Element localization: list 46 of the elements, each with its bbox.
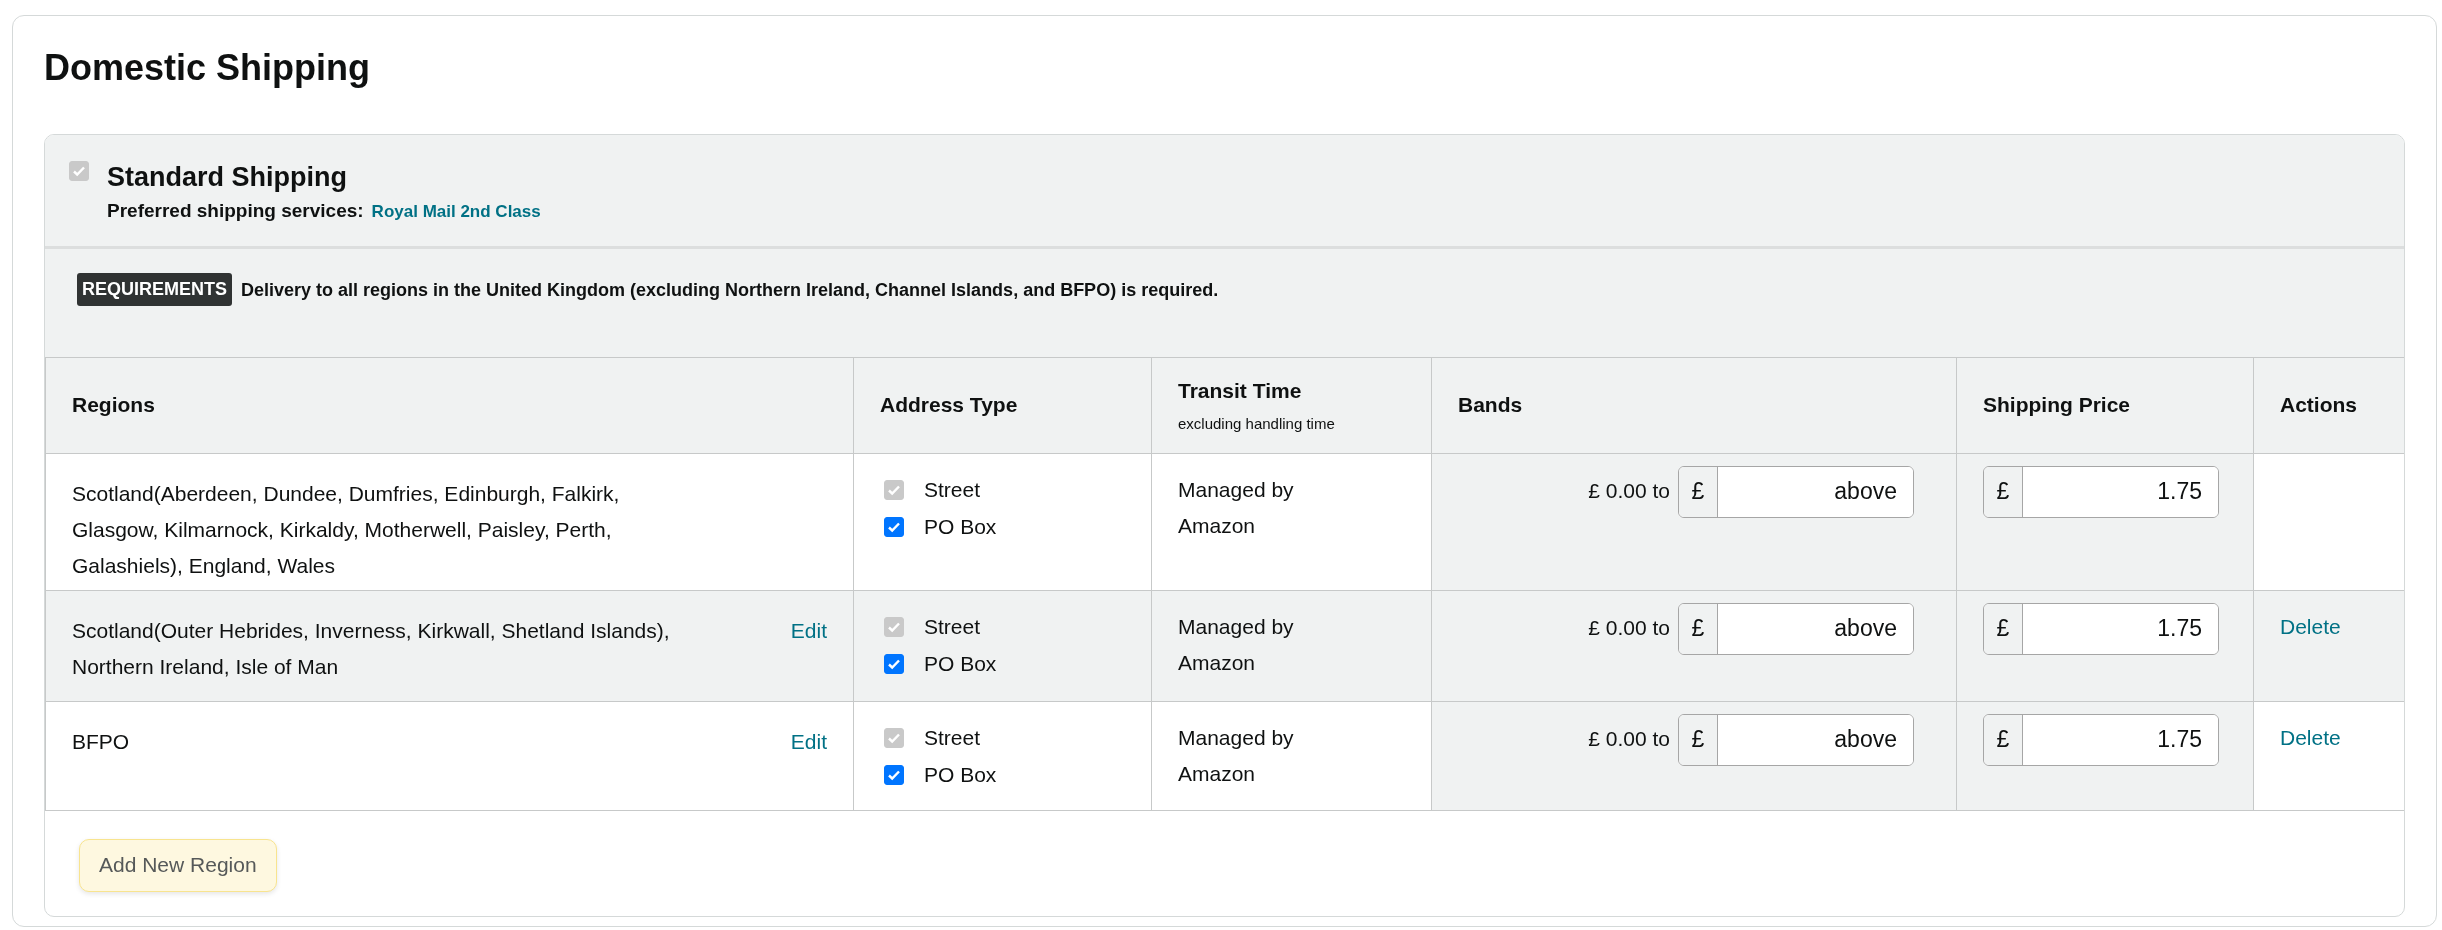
- band-field[interactable]: £ above: [1678, 602, 1914, 655]
- delete-link[interactable]: Delete: [2280, 614, 2341, 638]
- column-header: Transit Time excluding handling time: [1151, 357, 1432, 453]
- currency-prefix: £: [1984, 603, 2023, 654]
- column-header: Bands: [1431, 357, 1957, 453]
- column-header: Shipping Price: [1956, 357, 2254, 453]
- checkbox[interactable]: [884, 765, 904, 785]
- service-name: Standard Shipping: [107, 161, 348, 194]
- checkbox[interactable]: [884, 517, 904, 537]
- add-region-button[interactable]: Add New Region: [79, 838, 277, 892]
- address-type-label: PO Box: [924, 651, 997, 678]
- column-header: Address Type: [853, 357, 1152, 453]
- price-field[interactable]: £ 1.75: [1983, 602, 2219, 655]
- currency-prefix: £: [1679, 466, 1718, 517]
- address-type-label: Street: [924, 725, 981, 752]
- band-from-text: £ 0.00 to: [1588, 725, 1670, 752]
- column-header: Actions: [2253, 357, 2404, 453]
- currency-prefix: £: [1984, 714, 2023, 765]
- transit-text: Managed by Amazon: [1178, 613, 1295, 676]
- checkbox[interactable]: [884, 654, 904, 674]
- band-field[interactable]: £ above: [1678, 465, 1914, 518]
- band-from-text: £ 0.00 to: [1588, 477, 1670, 504]
- requirements-text: Delivery to all regions in the United Kingdom (excluding Northern Ireland, Channel Islands, and BFPO) is required.: [241, 278, 1219, 302]
- address-type-label: Street: [924, 614, 981, 641]
- requirements-badge: REQUIREMENTS: [77, 272, 232, 306]
- region-text: Scotland(Aberdeen, Dundee, Dumfries, Edinburgh, Falkirk, Glasgow, Kilmarnock, Kirkaldy, Motherwell, Paisley, Perth, Galashiels), England, Wales: [72, 480, 621, 579]
- page-title: Domestic Shipping: [44, 46, 372, 90]
- region-text: Scotland(Outer Hebrides, Inverness, Kirkwall, Shetland Islands), Northern Ireland, Isle of Man: [72, 617, 671, 680]
- column-header: Regions: [45, 357, 854, 453]
- price-field[interactable]: £ 1.75: [1983, 713, 2219, 766]
- band-field[interactable]: £ above: [1678, 713, 1914, 766]
- edit-link[interactable]: Edit: [790, 612, 827, 685]
- transit-text: Managed by Amazon: [1178, 724, 1295, 787]
- currency-prefix: £: [1679, 714, 1718, 765]
- address-type-label: Street: [924, 477, 981, 504]
- transit-text: Managed by Amazon: [1178, 476, 1295, 539]
- currency-prefix: £: [1984, 466, 2023, 517]
- edit-link[interactable]: Edit: [790, 723, 827, 760]
- currency-prefix: £: [1679, 603, 1718, 654]
- price-field[interactable]: £ 1.75: [1983, 465, 2219, 518]
- preferred-label: Preferred shipping services:: [107, 199, 364, 223]
- address-type-label: PO Box: [924, 762, 997, 789]
- address-type-label: PO Box: [924, 514, 997, 541]
- region-text: BFPO: [72, 728, 130, 755]
- band-from-text: £ 0.00 to: [1588, 614, 1670, 641]
- delete-link[interactable]: Delete: [2280, 725, 2341, 749]
